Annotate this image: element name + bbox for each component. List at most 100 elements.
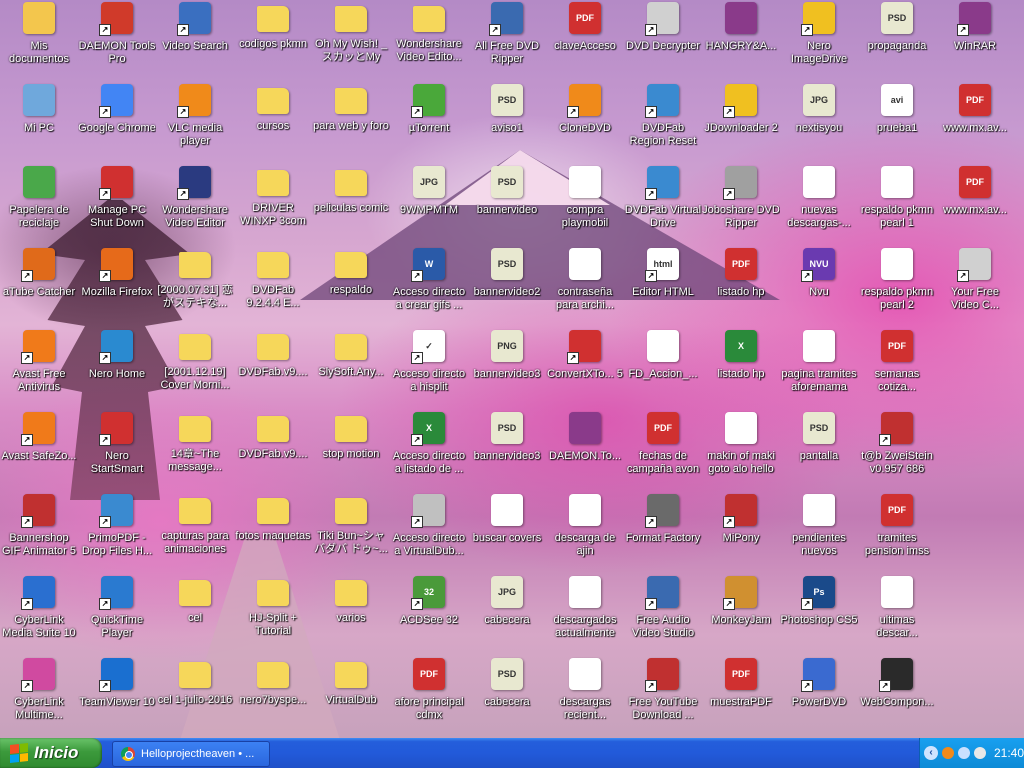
- desktop-icon[interactable]: ↗ QuickTime Player: [78, 574, 156, 656]
- desktop-icon[interactable]: ↗ Video Search: [156, 0, 234, 82]
- desktop-icon[interactable]: PDF afore principal cdmx: [390, 656, 468, 738]
- desktop-icon[interactable]: Mi PC: [0, 82, 78, 164]
- desktop-icon[interactable]: JPG 9WMPMTM: [390, 164, 468, 246]
- desktop-icon[interactable]: PSD bannervideo2: [468, 246, 546, 328]
- desktop-icon[interactable]: PDF claveAcceso: [546, 0, 624, 82]
- desktop-icon[interactable]: ↗ MonkeyJam: [702, 574, 780, 656]
- desktop-icon[interactable]: PSD aviso1: [468, 82, 546, 164]
- desktop-icon[interactable]: ↗ Avast SafeZo...: [0, 410, 78, 492]
- desktop-icon[interactable]: PDF listado hp: [702, 246, 780, 328]
- desktop-icon[interactable]: ↗ Google Chrome: [78, 82, 156, 164]
- desktop-icon[interactable]: JPG cabecera: [468, 574, 546, 656]
- desktop-icon[interactable]: descargados actualmente: [546, 574, 624, 656]
- desktop-icon[interactable]: ↗ WebCompon...: [858, 656, 936, 738]
- desktop-icon[interactable]: ↗ Your Free Video C...: [936, 246, 1014, 328]
- desktop-icon[interactable]: DVDFab 9.2.4.4 E...: [234, 246, 312, 328]
- desktop-icon[interactable]: cursos: [234, 82, 312, 164]
- desktop-icon[interactable]: capturas para animaciones: [156, 492, 234, 574]
- desktop-icon[interactable]: ↗ PrimoPDF - Drop Files H...: [78, 492, 156, 574]
- desktop-icon[interactable]: ↗ PowerDVD: [780, 656, 858, 738]
- desktop-icon[interactable]: NVU ↗ Nvu: [780, 246, 858, 328]
- desktop-icon[interactable]: ↗ MiPony: [702, 492, 780, 574]
- desktop-icon[interactable]: PDF fechas de campaña avon: [624, 410, 702, 492]
- desktop-icon[interactable]: ↗ Acceso directo a VirtualDub...: [390, 492, 468, 574]
- desktop-icon[interactable]: SlySoft.Any...: [312, 328, 390, 410]
- desktop-icon[interactable]: PSD cabecera: [468, 656, 546, 738]
- desktop-icon[interactable]: Ps ↗ Photoshop CS5: [780, 574, 858, 656]
- desktop-icon[interactable]: ↗ Format Factory: [624, 492, 702, 574]
- desktop-icon[interactable]: ↗ Mozilla Firefox: [78, 246, 156, 328]
- start-button[interactable]: Inicio: [0, 738, 102, 768]
- desktop-icon[interactable]: Oh My Wish! _ スカッとMy H...: [312, 0, 390, 82]
- desktop-icon[interactable]: ↗ Avast Free Antivirus: [0, 328, 78, 410]
- desktop-icon[interactable]: ↗ TeamViewer 10: [78, 656, 156, 738]
- desktop-icon[interactable]: PDF semanas cotiza...: [858, 328, 936, 410]
- desktop-icon[interactable]: PDF www.mx.av...: [936, 82, 1014, 164]
- desktop-icon[interactable]: PDF tramites pension imss: [858, 492, 936, 574]
- desktop-icon[interactable]: DVDFab.v9....: [234, 410, 312, 492]
- volume-icon[interactable]: [973, 747, 986, 759]
- avast-tray-icon[interactable]: [941, 747, 954, 759]
- show-hidden-icons-button[interactable]: ‹: [924, 746, 938, 760]
- desktop-icon[interactable]: ↗ Wondershare Video Editor: [156, 164, 234, 246]
- desktop-icon[interactable]: nuevas descargas-...: [780, 164, 858, 246]
- desktop-icon[interactable]: pendientes nuevos: [780, 492, 858, 574]
- desktop-icon[interactable]: PSD propaganda: [858, 0, 936, 82]
- desktop-icon[interactable]: PNG bannervideo3: [468, 328, 546, 410]
- desktop-icon[interactable]: ↗ Nero Home: [78, 328, 156, 410]
- desktop-icon[interactable]: buscar covers: [468, 492, 546, 574]
- desktop-icon[interactable]: ultimas descar...: [858, 574, 936, 656]
- desktop-icon[interactable]: [2001.12.19] Cover Morni...: [156, 328, 234, 410]
- desktop-icon[interactable]: cel 1-julio-2016: [156, 656, 234, 738]
- desktop-icon[interactable]: ↗ Free YouTube Download ...: [624, 656, 702, 738]
- desktop-icon[interactable]: nero7byspe...: [234, 656, 312, 738]
- desktop-icon[interactable]: PSD pantalla: [780, 410, 858, 492]
- desktop-icon[interactable]: Wondershare Video Edito...: [390, 0, 468, 82]
- desktop-icon[interactable]: descarga de ajin: [546, 492, 624, 574]
- desktop-icon[interactable]: fotos maquetas: [234, 492, 312, 574]
- desktop-icon[interactable]: respaldo pkmn pearl 2: [858, 246, 936, 328]
- desktop-icon[interactable]: ↗ DVDFab Region Reset: [624, 82, 702, 164]
- desktop-icon[interactable]: ↗ Free Audio Video Studio: [624, 574, 702, 656]
- network-icon[interactable]: [957, 747, 970, 759]
- desktop-icon[interactable]: 14章~The message...: [156, 410, 234, 492]
- desktop-icon[interactable]: para web y foro: [312, 82, 390, 164]
- desktop-icon[interactable]: peliculas comic: [312, 164, 390, 246]
- desktop-icon[interactable]: ↗ t@b ZweiStein v0.957 686: [858, 410, 936, 492]
- desktop-icon[interactable]: Tiki Bun~シャバダバ ドゥ~...: [312, 492, 390, 574]
- desktop-icon[interactable]: VirtualDub: [312, 656, 390, 738]
- desktop-icon[interactable]: ↗ JDownloader 2: [702, 82, 780, 164]
- desktop-icon[interactable]: descargas recient...: [546, 656, 624, 738]
- desktop-icon[interactable]: ↗ ConvertXTo... 5: [546, 328, 624, 410]
- desktop-icon[interactable]: respaldo pkmn pearl 1: [858, 164, 936, 246]
- desktop-icon[interactable]: ↗ DVDFab Virtual Drive: [624, 164, 702, 246]
- desktop-icon[interactable]: X ↗ Acceso directo a listado de ...: [390, 410, 468, 492]
- clock[interactable]: 21:40: [994, 746, 1024, 760]
- desktop-icon[interactable]: ↗ All Free DVD Ripper: [468, 0, 546, 82]
- desktop-icon[interactable]: Papelera de reciclaje: [0, 164, 78, 246]
- desktop-icon[interactable]: ↗ DAEMON Tools Pro: [78, 0, 156, 82]
- desktop-icon[interactable]: PSD bannervideo: [468, 164, 546, 246]
- desktop-icon[interactable]: pagina tramites aforemama: [780, 328, 858, 410]
- desktop-icon[interactable]: DRIVER WINXP 3com 3CSO...: [234, 164, 312, 246]
- desktop-icon[interactable]: PSD bannervideo3: [468, 410, 546, 492]
- desktop-icon[interactable]: codigos pkmn: [234, 0, 312, 82]
- desktop-icon[interactable]: makin of maki goto alo hello: [702, 410, 780, 492]
- desktop-icon[interactable]: JPG nextisyou: [780, 82, 858, 164]
- desktop-icon[interactable]: 32 ↗ ACDSee 32: [390, 574, 468, 656]
- desktop-icon[interactable]: HJ-Split + Tutorial: [234, 574, 312, 656]
- desktop[interactable]: Mis documentos Mi PC Papelera de reciclaje…: [0, 0, 1024, 738]
- desktop-icon[interactable]: ↗ CyberLink Multime...: [0, 656, 78, 738]
- desktop-icon[interactable]: stop motion: [312, 410, 390, 492]
- desktop-icon[interactable]: varios: [312, 574, 390, 656]
- desktop-icon[interactable]: FD_Accion_...: [624, 328, 702, 410]
- desktop-icon[interactable]: ↗ µTorrent: [390, 82, 468, 164]
- desktop-icon[interactable]: ↗ Nero StartSmart: [78, 410, 156, 492]
- desktop-icon[interactable]: PDF muestraPDF: [702, 656, 780, 738]
- desktop-icon[interactable]: DAEMON.To...: [546, 410, 624, 492]
- desktop-icon[interactable]: contraseña para archi...: [546, 246, 624, 328]
- desktop-icon[interactable]: PDF www.mx.av...: [936, 164, 1014, 246]
- desktop-icon[interactable]: ↗ Joboshare DVD Ripper Platinum: [702, 164, 780, 246]
- desktop-icon[interactable]: ↗ Manage PC Shut Down: [78, 164, 156, 246]
- desktop-icon[interactable]: avi prueba1: [858, 82, 936, 164]
